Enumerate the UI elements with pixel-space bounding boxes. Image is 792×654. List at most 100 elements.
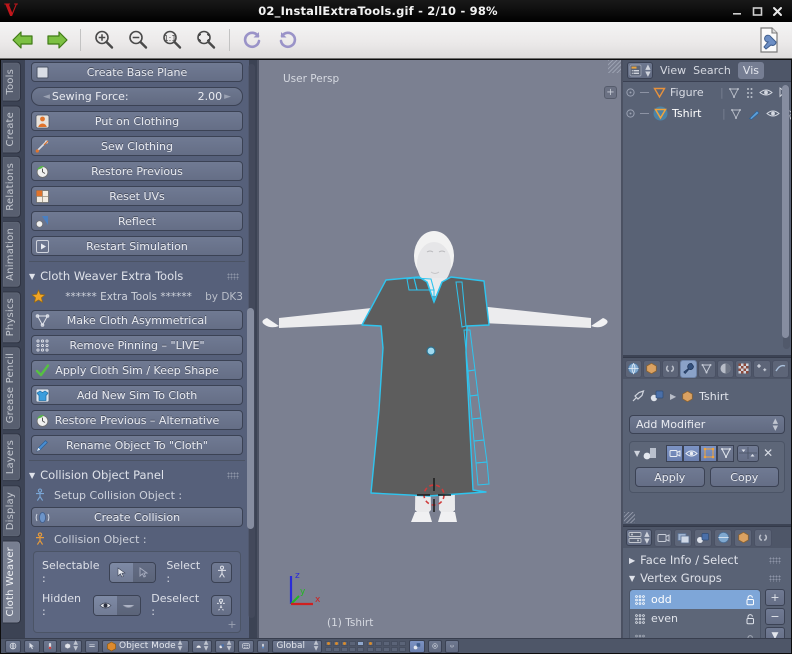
outliner-row-figure[interactable]: Figure |	[623, 82, 791, 103]
close-button[interactable]	[772, 6, 783, 17]
layer-cell[interactable]	[383, 640, 391, 646]
layer-cell[interactable]	[333, 646, 341, 652]
layer-cell[interactable]	[341, 640, 349, 646]
layer-cell[interactable]	[333, 640, 341, 646]
vertex-group-add-button[interactable]: +	[765, 589, 785, 606]
tool-panel-scroll-thumb[interactable]	[247, 307, 254, 530]
modifier-delete-icon[interactable]: ✕	[763, 446, 773, 460]
layer-cell[interactable]	[325, 640, 333, 646]
editor-type-button[interactable]: ▲ ▼	[627, 62, 653, 79]
panel-resize-icon[interactable]: +	[226, 618, 238, 631]
modifier-copy-button[interactable]: Copy	[709, 467, 779, 487]
zoom-in-button[interactable]	[87, 25, 121, 56]
sidebar-tab-tools[interactable]: Tools	[3, 62, 21, 102]
properties-corner-grip[interactable]	[624, 512, 635, 523]
viewport-manipulator-button[interactable]	[257, 639, 270, 653]
properties2-tab-world[interactable]	[714, 528, 732, 547]
previous-image-button[interactable]	[6, 25, 40, 56]
properties2-tab-constraints[interactable]	[754, 528, 772, 547]
layer-cell[interactable]	[341, 646, 349, 652]
rename-object-to-cloth-button[interactable]: Rename Object To "Cloth"	[31, 435, 243, 455]
layer-cell[interactable]	[399, 646, 407, 652]
unlock-icon-2[interactable]	[745, 613, 756, 625]
eye-open-icon[interactable]	[93, 595, 117, 615]
modifier-cage-toggle[interactable]	[717, 444, 735, 462]
pin-icon[interactable]	[631, 389, 645, 403]
face-info-panel-header[interactable]: ▶ Face Info / Select	[629, 553, 785, 567]
object-browse-icon[interactable]	[650, 389, 665, 403]
layer-block-1[interactable]	[325, 640, 365, 652]
layer-cell[interactable]	[349, 646, 357, 652]
editor-type-button-2[interactable]: ▲ ▼	[626, 529, 652, 546]
restore-previous-button[interactable]: Restore Previous	[31, 161, 243, 181]
expand-icon-2[interactable]	[625, 108, 636, 119]
viewport-texture-button[interactable]	[428, 639, 443, 653]
layer-cell[interactable]	[391, 640, 399, 646]
layer-block-2[interactable]	[367, 640, 407, 652]
layer-cell[interactable]	[349, 640, 357, 646]
make-cloth-asymmetrical-button[interactable]: Make Cloth Asymmetrical	[31, 310, 243, 330]
layer-cell[interactable]	[383, 646, 391, 652]
add-new-sim-button[interactable]: Add New Sim To Cloth	[31, 385, 243, 405]
expand-icon[interactable]	[625, 87, 636, 98]
vertex-groups-panel-header[interactable]: ▼ Vertex Groups	[629, 571, 785, 585]
layer-cell[interactable]	[325, 646, 333, 652]
viewport-link-button[interactable]	[445, 639, 460, 653]
properties2-tab-scene[interactable]	[674, 528, 692, 547]
vertex-group-item-even[interactable]: even	[630, 609, 760, 628]
modifier-expand-icon[interactable]: ▼	[634, 449, 640, 458]
rotate-right-button[interactable]	[270, 25, 304, 56]
slider-left-arrow-icon[interactable]: ◄	[41, 92, 52, 102]
rotate-left-button[interactable]	[236, 25, 270, 56]
selectable-toggle[interactable]	[109, 561, 157, 583]
selectable-on-icon[interactable]	[110, 562, 133, 582]
sidebar-tab-relations[interactable]: Relations	[3, 156, 21, 218]
properties-tab-material[interactable]	[716, 359, 734, 378]
eye-closed-icon[interactable]	[117, 595, 141, 615]
outliner-scrollbar[interactable]	[782, 85, 790, 349]
selectable-off-icon[interactable]	[132, 562, 156, 582]
outliner-scroll-thumb[interactable]	[782, 85, 789, 339]
viewport-shading-dropdown[interactable]: ▲ ▼	[192, 639, 213, 653]
layer-cell[interactable]	[367, 640, 375, 646]
sidebar-tab-create[interactable]: Create	[3, 104, 21, 154]
layer-cell[interactable]	[375, 640, 383, 646]
mesh-data-icon[interactable]	[728, 87, 740, 99]
sidebar-tab-physics[interactable]: Physics	[3, 290, 21, 343]
properties-tab-constraints[interactable]	[661, 359, 679, 378]
modifier-edit-mode-toggle[interactable]	[700, 444, 718, 462]
blender-3d-viewport[interactable]: + User Persp z y x (1) Tshirt	[259, 60, 621, 638]
properties2-tab-object-props[interactable]	[734, 528, 752, 547]
layer-cell[interactable]	[375, 646, 383, 652]
restore-previous-alternative-button[interactable]: Restore Previous – Alternative	[31, 410, 243, 430]
extra-tools-panel-header[interactable]: ▼ Cloth Weaver Extra Tools	[29, 269, 243, 283]
transform-orientation-dropdown[interactable]: Global ▲ ▼	[272, 639, 323, 653]
layer-cell[interactable]	[357, 646, 365, 652]
sew-clothing-button[interactable]: Sew Clothing	[31, 136, 243, 156]
sidebar-tab-cloth-weaver[interactable]: Cloth Weaver	[3, 539, 21, 624]
mesh-data-icon-2[interactable]	[730, 108, 742, 120]
next-image-button[interactable]	[40, 25, 74, 56]
viewport-cursor-mode-button[interactable]	[24, 639, 40, 653]
restart-simulation-button[interactable]: Restart Simulation	[31, 236, 243, 256]
hidden-toggle[interactable]	[92, 594, 142, 616]
slider-right-arrow-icon[interactable]: ►	[222, 92, 233, 102]
reset-uvs-button[interactable]: Reset UVs	[31, 186, 243, 206]
minimize-button[interactable]	[732, 6, 743, 17]
tool-panel-scrollbar[interactable]	[247, 64, 255, 618]
viewport-menu-icon[interactable]	[85, 639, 99, 653]
properties-tab-object[interactable]	[643, 359, 661, 378]
layer-cell-active[interactable]	[357, 640, 365, 646]
vertex-group-item-odd[interactable]: odd	[630, 590, 760, 609]
viewport-pivot-button[interactable]	[43, 639, 57, 653]
reflect-button[interactable]: Reflect	[31, 211, 243, 231]
apply-cloth-sim-button[interactable]: Apply Cloth Sim / Keep Shape	[31, 360, 243, 380]
properties-tab-particles[interactable]	[753, 359, 771, 378]
outliner-visibility-menu[interactable]: Vis	[737, 62, 764, 79]
properties-tab-world[interactable]	[625, 359, 643, 378]
properties-tab-data[interactable]	[698, 359, 716, 378]
outliner-view-menu[interactable]: View	[660, 64, 686, 77]
properties2-tab-object[interactable]	[694, 528, 712, 547]
zoom-fit-button[interactable]	[189, 25, 223, 56]
modifier-move-buttons[interactable]	[737, 444, 760, 462]
